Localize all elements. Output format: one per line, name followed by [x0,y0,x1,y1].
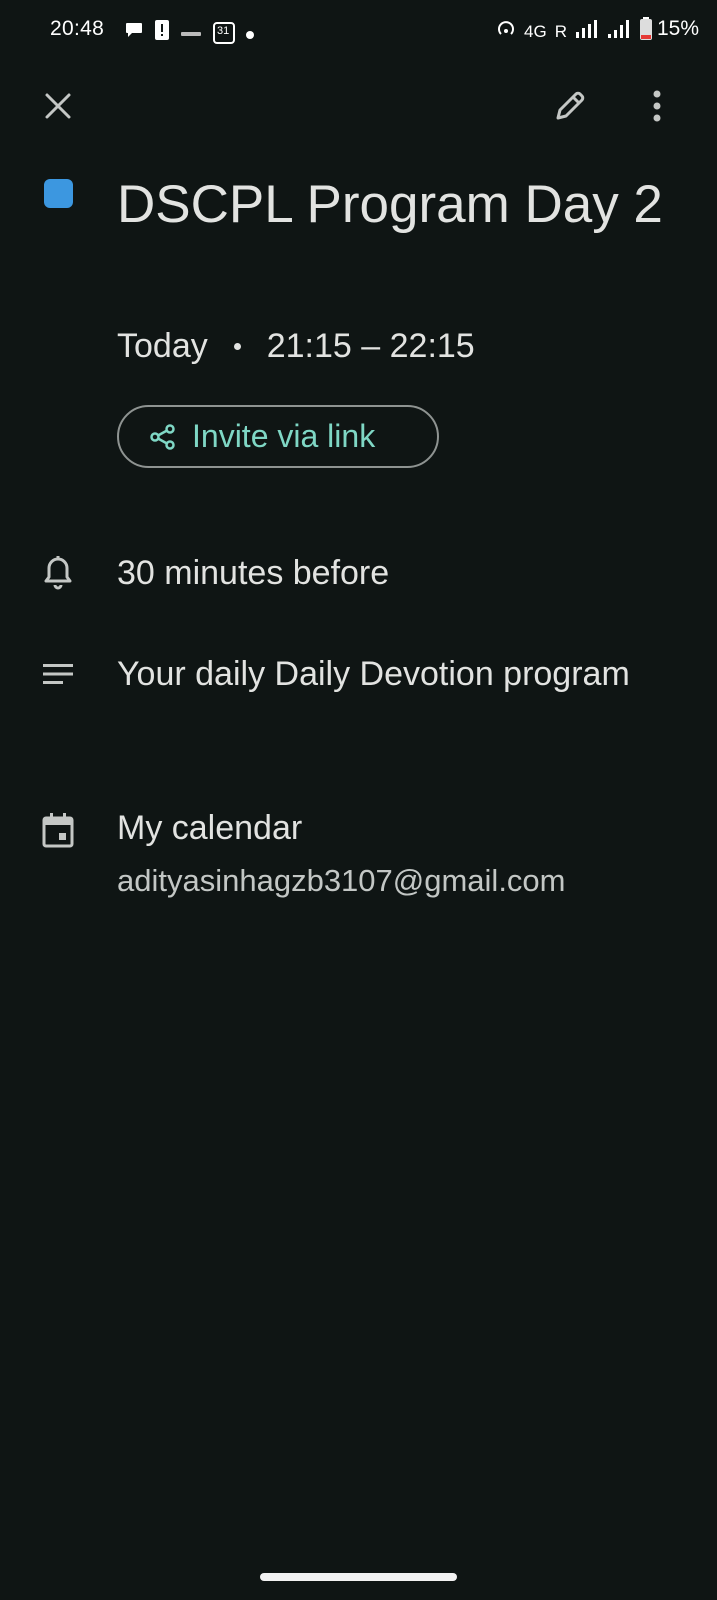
home-indicator[interactable] [260,1573,457,1581]
close-button[interactable] [34,84,82,132]
status-bar: 20:48 31 4G R 15% [0,0,717,60]
pencil-icon [553,89,587,128]
network-type: 4G [524,21,547,41]
roaming-indicator: R [554,21,567,41]
signal-strength-2-icon [607,19,631,44]
reminder-text: 30 minutes before [117,554,390,592]
small-app-icon [180,21,202,45]
event-time-range: 21:15 – 22:15 [266,327,475,365]
battery-icon [639,17,653,46]
notification-icons: 31 [124,19,254,47]
hotspot-icon [496,19,516,44]
invite-label: Invite via link [192,418,376,454]
notification-dot-icon [246,21,254,45]
calendar-icon [38,810,78,850]
edit-button[interactable] [546,84,594,132]
status-time: 20:48 [50,17,105,40]
event-color-swatch [44,179,73,208]
separator-dot [233,343,241,350]
calendar-name: My calendar [117,809,303,847]
calendar-app-icon: 31 [212,21,236,45]
event-day: Today [117,327,208,365]
signal-strength-icon [575,19,599,44]
share-icon [150,423,176,450]
battery-percent: 15% [656,17,699,40]
calendar-info: My calendar adityasinhagzb3107@gmail.com [117,800,677,906]
invite-via-link-button[interactable]: Invite via link [117,405,439,468]
calendar-app-day: 31 [217,25,230,37]
close-icon [44,92,72,125]
calendar-account: adityasinhagzb3107@gmail.com [117,863,566,898]
notes-icon [38,654,78,694]
event-date-time: Today 21:15 – 22:15 [117,327,475,366]
more-vert-icon [652,90,662,127]
bell-icon [38,553,78,593]
chat-bubble-icon [124,20,144,46]
more-options-button[interactable] [633,84,681,132]
event-title: DSCPL Program Day 2 [117,175,663,234]
alert-icon [154,19,170,47]
system-icons: 4G R [496,17,653,46]
description-text: Your daily Daily Devotion program [117,655,630,693]
